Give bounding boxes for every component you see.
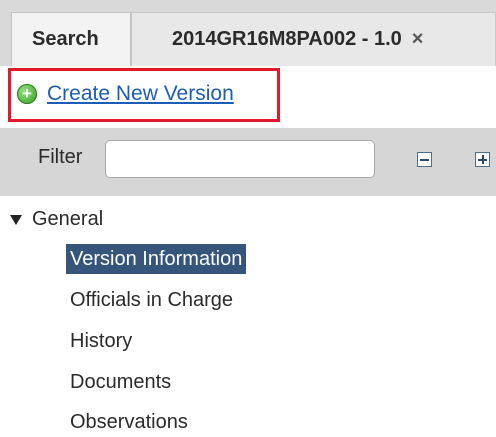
close-icon[interactable]: × — [412, 28, 424, 51]
create-new-version-label[interactable]: Create New Version — [47, 82, 234, 106]
filter-input[interactable] — [105, 140, 375, 178]
tab-version-label: 2014GR16M8PA002 - 1.0 — [172, 28, 402, 50]
tab-version[interactable]: 2014GR16M8PA002 - 1.0 × — [131, 12, 496, 66]
tree-section-label: General — [32, 208, 104, 230]
tree-item-observations[interactable]: Observations — [68, 407, 190, 437]
tab-search[interactable]: Search — [11, 12, 131, 66]
tree-item-officials-in-charge[interactable]: Officials in Charge — [68, 285, 235, 315]
filter-label: Filter — [38, 146, 83, 168]
tree-item-documents[interactable]: Documents — [68, 367, 173, 397]
tab-bar: Search 2014GR16M8PA002 - 1.0 × — [0, 0, 496, 67]
tab-search-label: Search — [32, 28, 99, 50]
expand-all-icon[interactable] — [475, 152, 490, 167]
collapse-all-icon[interactable] — [417, 152, 432, 167]
create-new-version-link[interactable]: + Create New Version — [17, 80, 234, 108]
tree-item-history[interactable]: History — [68, 326, 134, 356]
tree-section-general[interactable]: General — [10, 208, 103, 231]
triangle-down-icon[interactable] — [10, 214, 22, 225]
tree-item-version-information[interactable]: Version Information — [66, 244, 247, 274]
plus-circle-icon: + — [17, 84, 37, 104]
